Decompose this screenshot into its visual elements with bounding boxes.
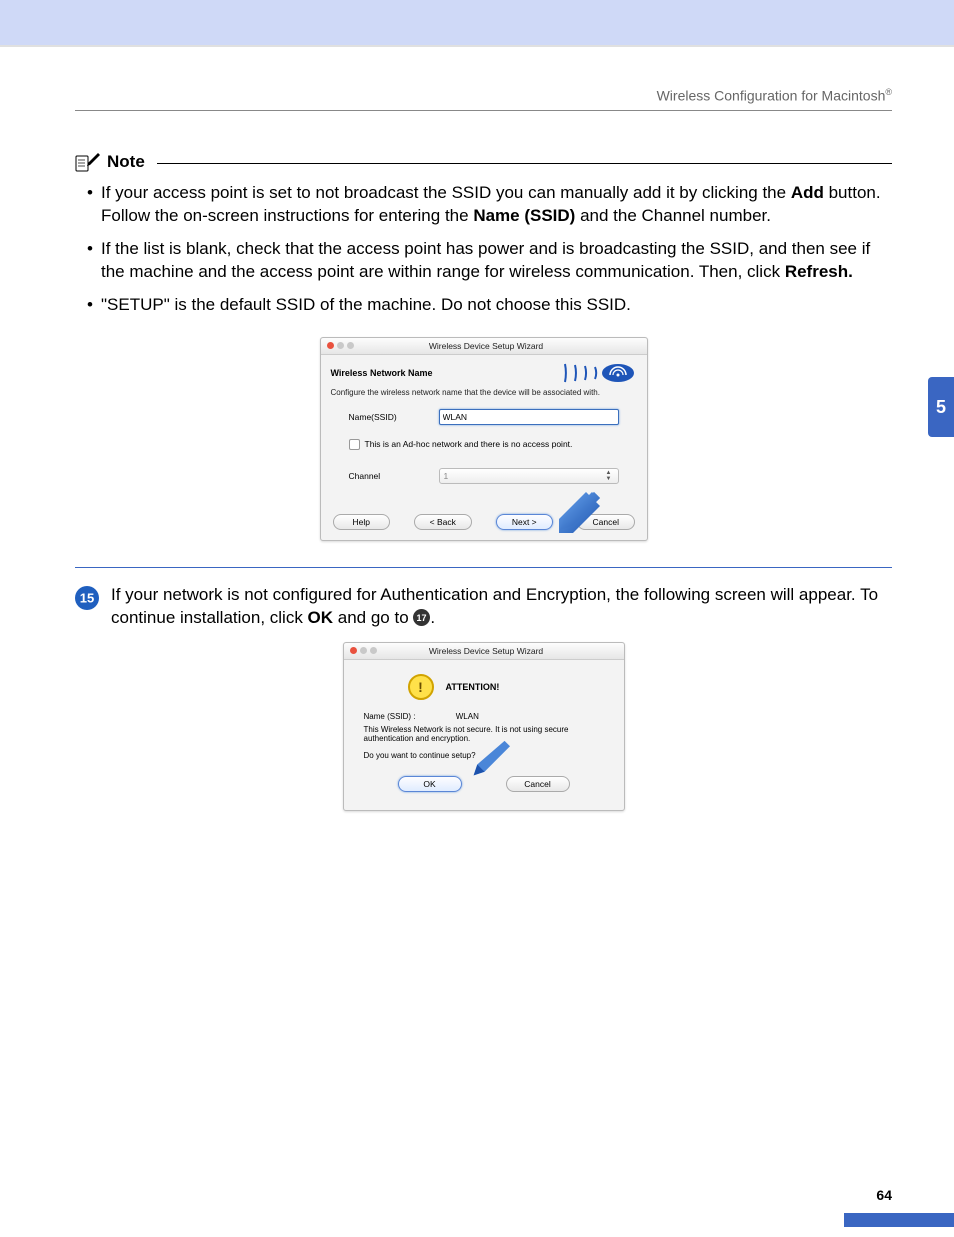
dialog2-body: ! ATTENTION! Name (SSID) : WLAN This Wir… [344,660,624,810]
dialog2-titlebar: Wireless Device Setup Wizard [344,643,624,660]
cancel-button-2[interactable]: Cancel [506,776,570,792]
channel-select[interactable]: 1 ▲▼ [439,468,619,484]
attention-icon: ! [408,674,434,700]
arrow-indicator-icon-2 [470,739,510,779]
dialog1-title: Wireless Device Setup Wizard [332,341,641,351]
next-button[interactable]: Next > [496,514,554,530]
svg-text:15: 15 [80,590,94,605]
goto-step-badge: 17 [413,609,430,626]
wireless-network-name-dialog: Wireless Device Setup Wizard Wireless Ne… [320,337,648,541]
note-list: If your access point is set to not broad… [87,182,892,317]
registered-mark: ® [885,87,892,97]
back-button[interactable]: < Back [414,514,472,530]
content-area: Note If your access point is set to not … [75,152,892,811]
name-ssid-row: Name(SSID) [349,409,619,425]
note-header: Note [75,152,892,172]
note-item-2: If the list is blank, check that the acc… [87,238,892,284]
channel-value: 1 [444,471,449,481]
dialog1-heading: Wireless Network Name [331,368,433,378]
step-15-row: 15 If your network is not configured for… [75,584,892,630]
dialog1-header: Wireless Network Name [321,355,647,388]
chapter-tab: 5 [928,377,954,437]
note-item-3: "SETUP" is the default SSID of the machi… [87,294,892,317]
adhoc-checkbox[interactable] [349,439,360,450]
adhoc-label: This is an Ad-hoc network and there is n… [365,439,573,449]
adhoc-row: This is an Ad-hoc network and there is n… [349,439,619,450]
name-ssid-label: Name(SSID) [349,412,439,422]
help-button[interactable]: Help [333,514,391,530]
channel-label: Channel [349,471,439,481]
attention-label: ATTENTION! [446,682,500,692]
step-15-badge: 15 [75,586,99,610]
attention-dialog: Wireless Device Setup Wizard ! ATTENTION… [343,642,625,811]
wifi-graphic-icon [547,362,637,384]
ssid-label: Name (SSID) : [364,712,454,721]
top-blue-bar [0,0,954,47]
note-label: Note [107,152,145,172]
stepper-arrows-icon: ▲▼ [604,470,614,482]
note-item-1: If your access point is set to not broad… [87,182,892,228]
page-number: 64 [876,1187,892,1203]
step-15-text: If your network is not configured for Au… [111,584,892,630]
dialog2-title: Wireless Device Setup Wizard [355,646,618,656]
note-icon [75,152,101,172]
dialog1-wrap: Wireless Device Setup Wizard Wireless Ne… [75,337,892,541]
channel-row: Channel 1 ▲▼ [349,468,619,484]
svg-text:17: 17 [417,613,427,623]
dialog1-titlebar: Wireless Device Setup Wizard [321,338,647,355]
dialog1-desc: Configure the wireless network name that… [321,388,647,409]
bottom-blue-bar [844,1213,954,1227]
page-body: Wireless Configuration for Macintosh® 5 … [0,47,954,1237]
ok-button[interactable]: OK [398,776,462,792]
dialog2-wrap: Wireless Device Setup Wizard ! ATTENTION… [75,642,892,811]
name-ssid-input[interactable] [439,409,619,425]
note-rule [157,163,892,164]
arrow-indicator-icon [556,490,600,534]
section-divider [75,567,892,568]
page-header: Wireless Configuration for Macintosh® [75,87,892,111]
ssid-line: Name (SSID) : WLAN [364,712,604,721]
ssid-value: WLAN [456,712,479,721]
attention-row: ! ATTENTION! [408,674,604,700]
header-title: Wireless Configuration for Macintosh [657,88,886,104]
